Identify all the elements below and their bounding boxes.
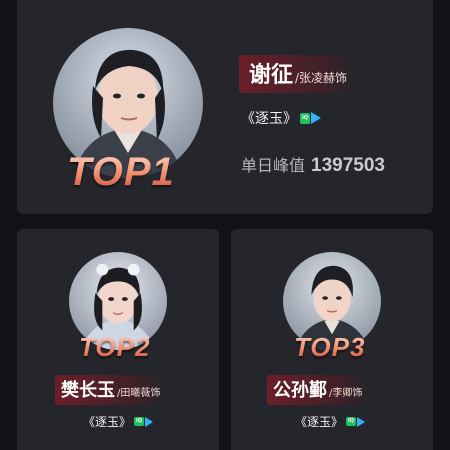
iqiyi-badge: iQ bbox=[300, 112, 310, 124]
drama-title: 《逐玉》 bbox=[295, 415, 344, 429]
iqiyi-platform-icon: iQ bbox=[300, 112, 321, 124]
iqiyi-platform-icon: iQ bbox=[134, 416, 153, 427]
character-name: 樊长玉 bbox=[61, 380, 115, 401]
iqiyi-platform-icon: iQ bbox=[346, 416, 365, 427]
iqiyi-badge: iQ bbox=[134, 417, 144, 426]
ranking-card-top1[interactable]: TOP1 谢征 /张凌赫饰 《逐玉》 iQ 单日峰值 1397503 bbox=[17, 0, 433, 214]
rank-label-top2: TOP2 bbox=[79, 332, 151, 362]
actor-name: /李卿饰 bbox=[329, 388, 363, 399]
play-icon bbox=[356, 416, 365, 427]
ranking-card-top3[interactable]: TOP3 公孙鄞 /李卿饰 《逐玉》 iQ bbox=[231, 229, 433, 450]
character-name: 谢征 bbox=[249, 63, 294, 88]
character-name: 公孙鄞 bbox=[273, 380, 327, 401]
actor-name: /田曦薇饰 bbox=[117, 388, 161, 399]
play-icon bbox=[310, 112, 321, 124]
drama-title-row-top3[interactable]: 《逐玉》 iQ bbox=[295, 413, 365, 430]
stat-label: 单日峰值 bbox=[241, 156, 306, 175]
character-name-pill-top2: 樊长玉 /田曦薇饰 bbox=[55, 375, 167, 405]
ranking-card-top2[interactable]: TOP2 樊长玉 /田曦薇饰 《逐玉》 iQ bbox=[17, 229, 219, 450]
drama-title-row-top1[interactable]: 《逐玉》 iQ bbox=[241, 108, 321, 128]
play-icon bbox=[144, 416, 153, 427]
rank-label-top3: TOP3 bbox=[294, 332, 366, 362]
character-name-pill-top3: 公孙鄞 /李卿饰 bbox=[267, 375, 369, 405]
rank-label-top1: TOP1 bbox=[67, 150, 175, 194]
drama-title: 《逐玉》 bbox=[83, 415, 132, 429]
drama-title: 《逐玉》 bbox=[241, 111, 297, 127]
character-name-pill-top1: 谢征 /张凌赫饰 bbox=[239, 55, 356, 93]
daily-peak-stat: 单日峰值 1397503 bbox=[241, 152, 385, 177]
drama-title-row-top2[interactable]: 《逐玉》 iQ bbox=[83, 413, 153, 430]
iqiyi-badge: iQ bbox=[346, 417, 356, 426]
stat-value: 1397503 bbox=[311, 155, 385, 176]
actor-name: /张凌赫饰 bbox=[295, 71, 348, 85]
